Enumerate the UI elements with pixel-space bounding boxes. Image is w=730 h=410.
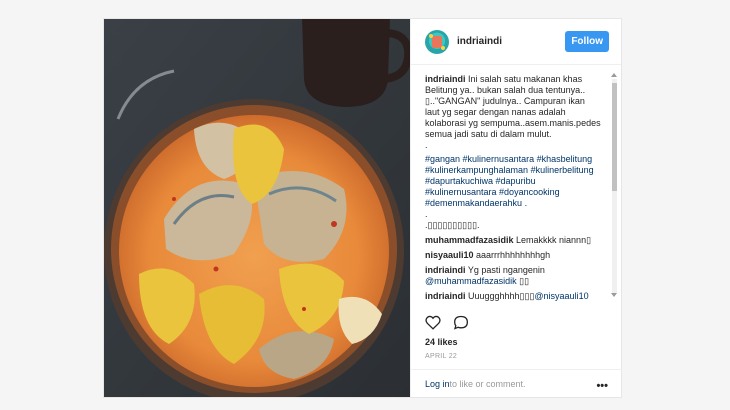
more-options-icon[interactable]: •••: [596, 380, 608, 392]
comment-text: Uuuggghhhh▯▯▯: [465, 291, 535, 301]
hashtags[interactable]: #gangan #kulinernusantara #khasbelitung …: [425, 154, 608, 209]
comment-text: Yg pasti ngangenin: [465, 265, 545, 275]
caption-dots: . .▯▯▯▯▯▯▯▯▯▯.: [425, 209, 480, 230]
post-date: APRIL 22: [425, 353, 458, 360]
comment-text: Lemakkkk niannn▯: [513, 235, 592, 245]
follow-button[interactable]: Follow: [565, 31, 609, 52]
comments-list: indriaindi Ini salah satu makanan khas B…: [411, 66, 622, 304]
post-header: indriaindi Follow: [411, 19, 621, 65]
comment-item: indriaindi Yg pasti ngangenin @muhammadf…: [425, 265, 608, 287]
comment-mention[interactable]: @nisyaauli10: [534, 291, 588, 301]
header-username[interactable]: indriaindi: [457, 36, 565, 47]
comments-scrollbar[interactable]: [611, 71, 618, 299]
caption: indriaindi Ini salah satu makanan khas B…: [425, 74, 608, 151]
likes-count[interactable]: 24 likes: [425, 337, 458, 347]
caption-username[interactable]: indriaindi: [425, 74, 466, 84]
comment-text: aaarrrhhhhhhhhgh: [473, 250, 551, 260]
scroll-up-arrow-icon[interactable]: [611, 73, 617, 77]
scroll-down-arrow-icon[interactable]: [611, 293, 617, 297]
login-link[interactable]: Log in: [425, 379, 450, 389]
instagram-embed-card: indriaindi Follow indriaindi Ini salah s…: [103, 18, 622, 398]
comment-mention[interactable]: @muhammadfazasidik: [425, 276, 517, 286]
comment-item: muhammadfazasidik Lemakkkk niannn▯: [425, 235, 608, 246]
comment-username[interactable]: indriaindi: [425, 265, 466, 275]
post-photo[interactable]: [104, 19, 410, 397]
food-photo-image: [104, 19, 410, 397]
comment-item: nisyaauli10 aaarrrhhhhhhhhgh: [425, 250, 608, 261]
login-prompt-text: to like or comment.: [449, 378, 526, 389]
avatar[interactable]: [425, 29, 449, 54]
comment-text-after: ▯▯: [516, 276, 530, 286]
comment-username[interactable]: nisyaauli10: [425, 250, 474, 260]
action-bar: [425, 315, 469, 330]
heart-icon[interactable]: [425, 315, 441, 330]
comment-username[interactable]: indriaindi: [425, 291, 466, 301]
scroll-thumb[interactable]: [612, 83, 617, 191]
caption-text: Ini salah satu makanan khas Belitung ya.…: [425, 74, 601, 150]
comment-item: indriaindi Uuuggghhhh▯▯▯@nisyaauli10: [425, 291, 608, 302]
comment-icon[interactable]: [453, 315, 469, 330]
comment-username[interactable]: muhammadfazasidik: [425, 235, 514, 245]
login-footer: Log in to like or comment. •••: [411, 369, 622, 397]
post-side-panel: indriaindi Follow indriaindi Ini salah s…: [410, 19, 622, 397]
